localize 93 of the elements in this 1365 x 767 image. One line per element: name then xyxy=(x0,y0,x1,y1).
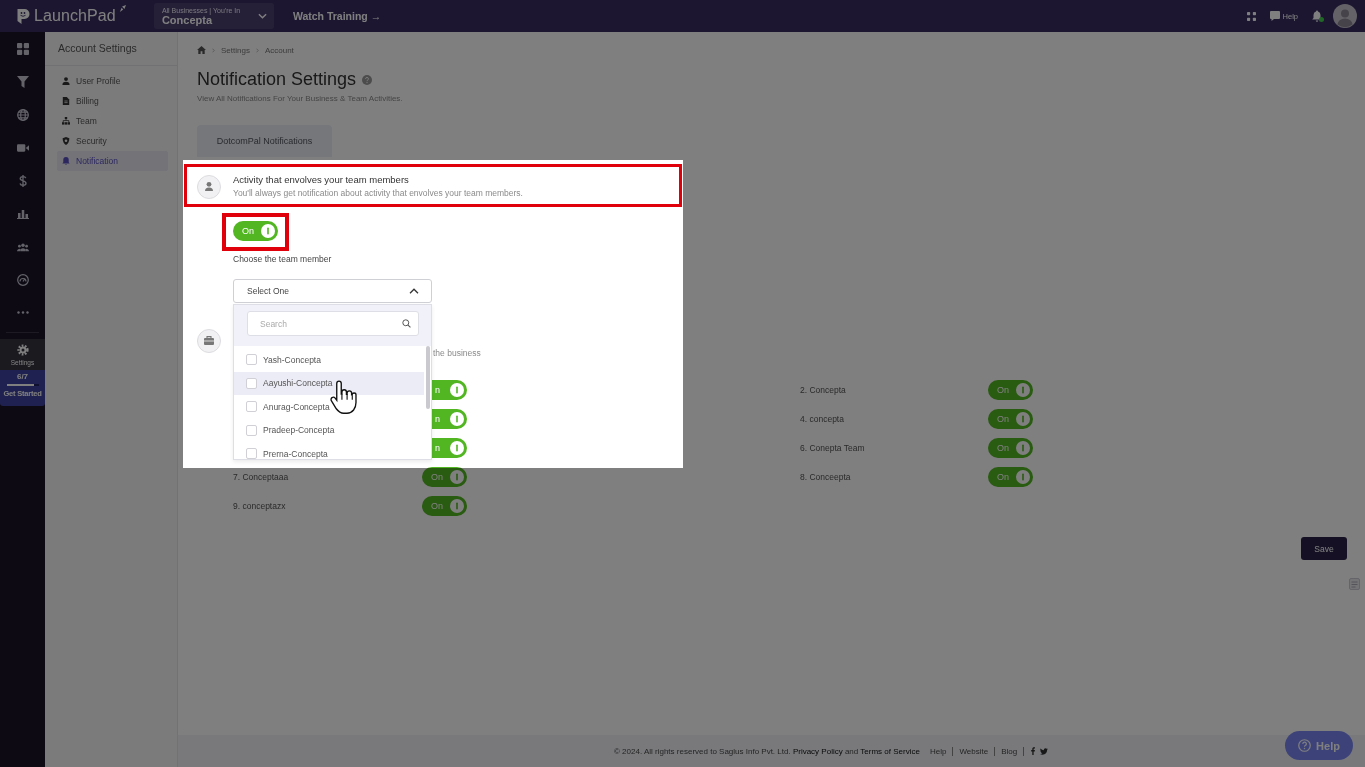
switch-knob-icon xyxy=(450,498,464,513)
switch-knob-icon xyxy=(1016,382,1030,397)
dropdown-option[interactable]: Prerna-Concepta xyxy=(234,442,424,459)
business-name: 4. concepta xyxy=(800,413,844,424)
toggle-switch[interactable]: On xyxy=(422,495,467,516)
switch-knob-icon xyxy=(1016,440,1030,455)
chevron-down-icon xyxy=(257,13,267,19)
copyright-text: © 2024. All rights reserved to Saglus Info Pvt. Ltd. Privacy Policy and Terms of Service xyxy=(614,746,920,756)
watch-training-link[interactable]: Watch Training → xyxy=(292,10,382,22)
switch-knob-icon xyxy=(261,224,275,238)
privacy-policy-link[interactable]: Privacy Policy xyxy=(792,746,843,756)
widget-icon[interactable] xyxy=(1349,578,1360,590)
toggle-switch[interactable]: On xyxy=(988,437,1033,458)
section-description: the business xyxy=(433,347,481,359)
business-name: 2. Concepta xyxy=(800,384,846,395)
save-button[interactable]: Save xyxy=(1301,537,1347,560)
switch-knob-icon xyxy=(450,382,464,397)
breadcrumb-link[interactable]: Account xyxy=(264,45,294,55)
checkbox[interactable] xyxy=(246,377,257,389)
sidebar-title: Account Settings xyxy=(45,32,177,66)
bar-chart-icon xyxy=(16,207,29,220)
switch-knob-icon xyxy=(450,469,464,484)
toggle-switch[interactable]: On xyxy=(422,466,467,487)
user-icon xyxy=(197,174,221,199)
footer-link[interactable]: Help xyxy=(923,746,954,756)
scrollbar-thumb[interactable] xyxy=(426,346,430,409)
checkbox[interactable] xyxy=(246,354,257,366)
help-circle-icon[interactable] xyxy=(362,75,373,85)
rocket-icon xyxy=(118,5,126,12)
more-dots-icon xyxy=(16,311,29,314)
section-title: Activity that envolves your team members xyxy=(233,174,410,186)
business-name: 8. Conceepta xyxy=(800,471,851,482)
dropdown-option[interactable]: Anurag-Concepta xyxy=(234,395,424,419)
dropdown-option[interactable]: Pradeep-Concepta xyxy=(234,418,424,442)
bell-icon xyxy=(62,157,70,165)
sidebar-item[interactable]: Team xyxy=(57,111,168,131)
footer-link[interactable]: Blog xyxy=(995,746,1025,756)
onboarding-progress-text: 6/7 xyxy=(16,372,29,381)
user-icon xyxy=(62,77,70,85)
toggle-switch[interactable]: On xyxy=(988,466,1033,487)
toggle-switch[interactable]: On xyxy=(233,221,278,241)
terms-of-service-link[interactable]: Terms of Service xyxy=(860,746,920,756)
page-title: Notification Settings xyxy=(197,68,357,90)
globe-icon xyxy=(16,108,29,121)
switch-knob-icon xyxy=(450,411,464,426)
sitemap-icon xyxy=(62,117,70,125)
logo-text: LaunchPad xyxy=(34,7,116,25)
gauge-icon xyxy=(16,273,29,286)
toggle-switch[interactable]: n xyxy=(432,408,467,429)
avatar-icon[interactable] xyxy=(1333,4,1357,28)
search-icon xyxy=(402,319,411,328)
business-name: 7. Conceptaaa xyxy=(233,471,289,482)
switch-knob-icon xyxy=(1016,411,1030,426)
facebook-icon[interactable] xyxy=(1031,747,1036,755)
dashboard-grid-icon xyxy=(16,42,29,55)
help-circle-icon xyxy=(1298,739,1312,752)
checkbox[interactable] xyxy=(246,401,257,413)
toggle-switch[interactable]: n xyxy=(432,437,467,458)
search-field[interactable]: Search xyxy=(247,311,419,336)
tab[interactable]: DotcomPal Notifications xyxy=(197,125,332,157)
team-member-select[interactable]: Select One xyxy=(233,279,432,303)
video-camera-icon xyxy=(16,141,29,154)
sidebar-item[interactable]: User Profile xyxy=(57,71,168,91)
section-description: You'll always get notification about activity that envolves your team members. xyxy=(233,188,523,199)
sidebar-item[interactable]: Notification xyxy=(57,151,168,171)
switch-knob-icon xyxy=(450,440,464,455)
chevron-up-icon xyxy=(409,288,419,294)
dropdown-option[interactable]: Aayushi-Concepta xyxy=(234,371,424,395)
home-icon[interactable] xyxy=(197,46,206,54)
toggle-switch[interactable]: On xyxy=(988,408,1033,429)
funnel-icon xyxy=(16,75,29,88)
field-label: Choose the team member xyxy=(233,253,332,266)
document-icon xyxy=(62,97,70,105)
checkbox[interactable] xyxy=(246,448,257,459)
bell-icon[interactable] xyxy=(1312,10,1322,22)
breadcrumb-link[interactable]: Settings xyxy=(221,45,250,55)
chat-icon xyxy=(1269,11,1280,21)
business-name: 9. conceptazx xyxy=(233,500,286,511)
sidebar-item[interactable]: Billing xyxy=(57,91,168,111)
twitter-icon[interactable] xyxy=(1040,747,1049,755)
switch-knob-icon xyxy=(1016,469,1030,484)
sidebar-item[interactable]: Security xyxy=(57,131,168,151)
toggle-switch[interactable]: n xyxy=(432,379,467,400)
dropdown-option[interactable]: Yash-Concepta xyxy=(234,348,424,372)
gear-icon xyxy=(16,343,29,356)
footer-link[interactable]: Website xyxy=(953,746,996,756)
checkbox[interactable] xyxy=(246,424,257,436)
business-name: 6. Conepta Team xyxy=(800,442,865,453)
briefcase-icon xyxy=(197,329,221,353)
shield-icon xyxy=(62,137,70,145)
apps-grid-icon[interactable] xyxy=(1246,11,1256,21)
help-button[interactable]: Help xyxy=(1285,731,1353,760)
toggle-switch[interactable]: On xyxy=(988,379,1033,400)
